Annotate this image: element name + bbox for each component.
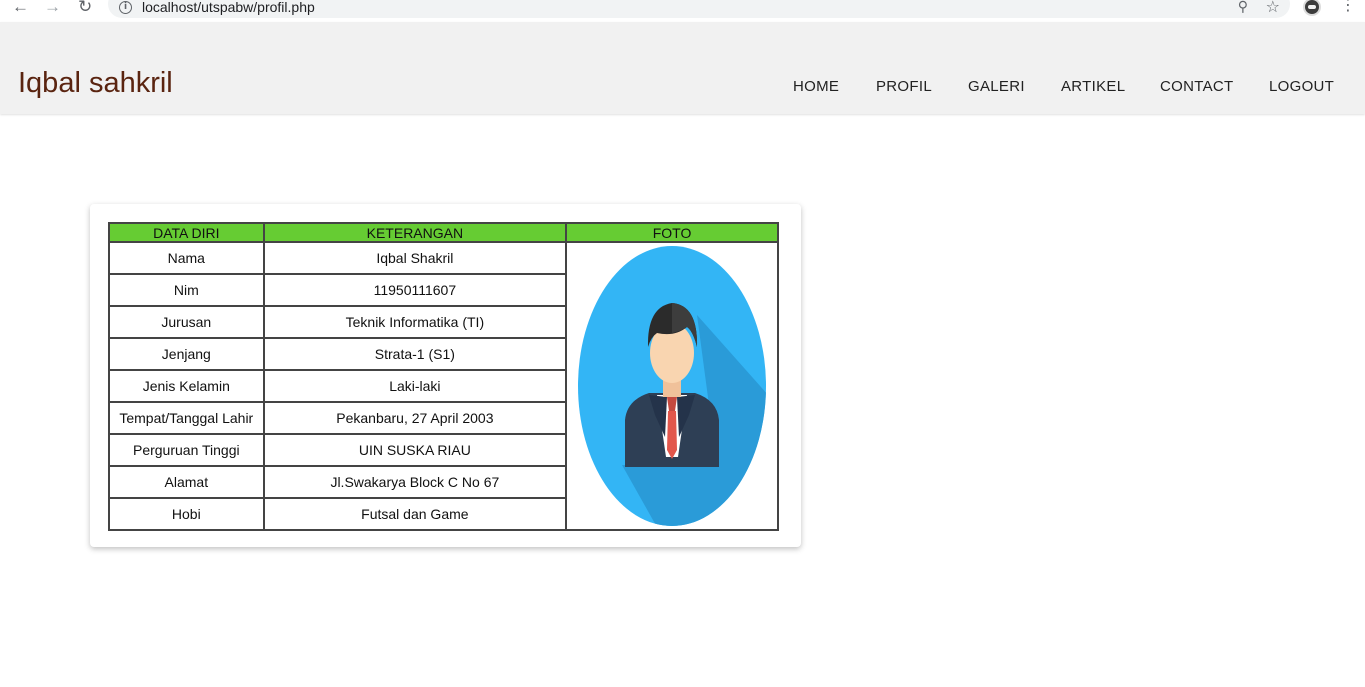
- profile-avatar-icon[interactable]: [1303, 0, 1321, 16]
- row-value: 11950111607: [262, 273, 568, 307]
- row-value: Pekanbaru, 27 April 2003: [262, 401, 568, 435]
- address-bar[interactable]: i localhost/utspabw/profil.php ⚲ ☆: [108, 0, 1290, 18]
- nav-galeri-link[interactable]: GALERI: [968, 78, 1025, 95]
- row-label: Perguruan Tinggi: [108, 433, 265, 467]
- profile-card: DATA DIRI KETERANGAN FOTO Nama Iqbal Sha…: [90, 204, 801, 547]
- photo-cell: [565, 241, 779, 531]
- info-icon[interactable]: i: [119, 1, 132, 14]
- site-header: Iqbal sahkril HOME PROFIL GALERI ARTIKEL…: [0, 22, 1365, 114]
- row-label: Jenis Kelamin: [108, 369, 265, 403]
- url-text[interactable]: localhost/utspabw/profil.php: [142, 0, 315, 15]
- row-value: Laki-laki: [262, 369, 568, 403]
- row-label: Tempat/Tanggal Lahir: [108, 401, 265, 435]
- browser-toolbar: ← → ↻ i localhost/utspabw/profil.php ⚲ ☆…: [0, 0, 1365, 22]
- row-value: UIN SUSKA RIAU: [262, 433, 568, 467]
- profile-table: DATA DIRI KETERANGAN FOTO Nama Iqbal Sha…: [108, 222, 779, 531]
- row-label: Nim: [108, 273, 265, 307]
- nav-logout-link[interactable]: LOGOUT: [1269, 78, 1334, 95]
- row-value: Futsal dan Game: [262, 497, 568, 531]
- column-header-foto: FOTO: [565, 222, 779, 243]
- column-header-keterangan: KETERANGAN: [262, 222, 568, 243]
- back-arrow-icon[interactable]: ←: [12, 0, 29, 15]
- table-row: Nama Iqbal Shakril: [108, 241, 779, 531]
- column-header-data-diri: DATA DIRI: [108, 222, 265, 243]
- nav-contact-link[interactable]: CONTACT: [1160, 78, 1233, 95]
- nav-profil-link[interactable]: PROFIL: [876, 78, 932, 95]
- row-label: Jurusan: [108, 305, 265, 339]
- row-value: Iqbal Shakril: [262, 241, 568, 275]
- site-title: Iqbal sahkril: [18, 67, 173, 99]
- row-label: Alamat: [108, 465, 265, 499]
- row-value: Teknik Informatika (TI): [262, 305, 568, 339]
- nav-home-link[interactable]: HOME: [793, 78, 839, 95]
- zoom-icon[interactable]: ⚲: [1238, 0, 1248, 15]
- reload-icon[interactable]: ↻: [78, 0, 92, 15]
- businessman-avatar-icon: [578, 246, 767, 526]
- table-header-row: DATA DIRI KETERANGAN FOTO: [108, 222, 779, 243]
- row-label: Jenjang: [108, 337, 265, 371]
- nav-artikel-link[interactable]: ARTIKEL: [1061, 78, 1125, 95]
- row-label: Nama: [108, 241, 265, 275]
- bookmark-star-icon[interactable]: ☆: [1266, 0, 1280, 16]
- row-value: Jl.Swakarya Block C No 67: [262, 465, 568, 499]
- forward-arrow-icon[interactable]: →: [44, 0, 61, 15]
- more-menu-icon[interactable]: ⋮: [1340, 0, 1356, 13]
- row-label: Hobi: [108, 497, 265, 531]
- row-value: Strata-1 (S1): [262, 337, 568, 371]
